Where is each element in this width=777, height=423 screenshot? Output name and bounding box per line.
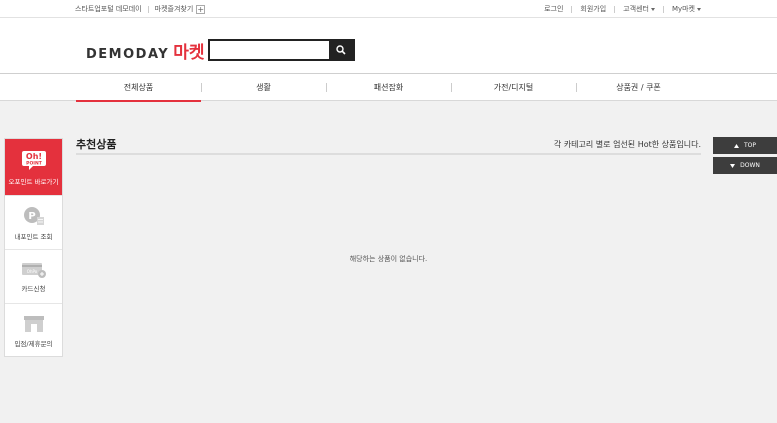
tab-all-products[interactable]: 전체상품 xyxy=(76,74,201,102)
customer-center-menu[interactable]: 고객센터 xyxy=(623,4,655,14)
login-link[interactable]: 로그인 xyxy=(544,4,563,14)
quick-item-card-apply[interactable]: OhPo 카드신청 xyxy=(5,250,62,304)
scroll-top-button[interactable]: TOP xyxy=(713,137,777,154)
chevron-down-icon xyxy=(697,7,701,11)
logo-text-en: DEMODAY xyxy=(86,47,170,62)
store-icon xyxy=(23,316,44,332)
chevron-down-icon xyxy=(650,7,655,11)
join-link[interactable]: 회원가입 xyxy=(580,4,606,14)
quick-item-my-point[interactable]: P 내포인트 조회 xyxy=(5,196,62,250)
tab-electronics[interactable]: 가전/디지털 xyxy=(451,74,576,101)
startpage-link[interactable]: 스타트업포털 데모데이 xyxy=(75,4,142,14)
plus-icon[interactable]: + xyxy=(196,4,206,14)
topbar-right: 로그인 회원가입 고객센터 My마켓 xyxy=(544,4,701,14)
top-utility-bar: 스타트업포털 데모데이 마켓즐겨찾기 + 로그인 회원가입 고객센터 My마켓 xyxy=(0,0,777,18)
arrow-up-icon xyxy=(733,143,739,148)
quick-item-label: 오포인트 바로가기 xyxy=(8,178,59,186)
quick-item-partnership[interactable]: 입점/제휴문의 xyxy=(5,304,62,358)
quick-item-label: 내포인트 조회 xyxy=(14,232,53,241)
empty-message: 해당하는 상품이 없습니다. xyxy=(349,255,428,263)
card-icon: OhPo xyxy=(21,262,46,278)
search-box xyxy=(208,39,355,61)
point-coin-icon: P xyxy=(23,206,44,225)
search-button[interactable] xyxy=(329,41,353,59)
mymarket-label: My마켓 xyxy=(671,5,695,13)
scroll-buttons: TOP DOWN xyxy=(713,137,777,177)
quick-menu: Oh! POINT 오포인트 바로가기 P 내포인트 조회 OhPo 카드신청 xyxy=(4,138,63,357)
card-badge-text: OhPo xyxy=(26,269,37,274)
logo-text-ko: 마켓 xyxy=(173,43,205,63)
scroll-down-label: DOWN xyxy=(740,162,760,169)
ohpoint-badge-icon: Oh! POINT xyxy=(21,151,46,170)
divider xyxy=(571,5,573,13)
site-logo[interactable]: DEMODAY 마켓 xyxy=(86,38,204,63)
section-title: 추천상품 xyxy=(76,138,117,151)
ohpoint-badge-top: Oh! xyxy=(25,152,41,161)
tab-living[interactable]: 생활 xyxy=(201,74,326,101)
section-description: 각 카테고리 별로 엄선된 Hot한 상품입니다. xyxy=(553,140,701,149)
quick-item-label: 카드신청 xyxy=(21,284,46,293)
search-input[interactable] xyxy=(210,41,332,59)
header: DEMODAY 마켓 xyxy=(0,18,777,73)
tab-gift-cards[interactable]: 상품권 / 쿠폰 xyxy=(576,74,701,101)
scroll-top-label: TOP xyxy=(743,142,756,149)
topbar-left: 스타트업포털 데모데이 마켓즐겨찾기 + xyxy=(75,4,206,14)
customer-center-label: 고객센터 xyxy=(623,5,649,13)
divider xyxy=(662,5,664,13)
section-divider xyxy=(76,153,701,155)
divider xyxy=(147,5,149,13)
tab-fashion[interactable]: 패션잡화 xyxy=(326,74,451,101)
quick-item-ohpoint[interactable]: Oh! POINT 오포인트 바로가기 xyxy=(5,139,62,196)
quick-item-label: 입점/제휴문의 xyxy=(14,340,53,348)
favorite-link[interactable]: 마켓즐겨찾기 xyxy=(155,4,194,14)
category-nav: 전체상품 생활 패션잡화 가전/디지털 상품권 / 쿠폰 xyxy=(0,73,777,102)
scroll-down-button[interactable]: DOWN xyxy=(713,157,777,174)
arrow-down-icon xyxy=(730,163,736,168)
divider xyxy=(614,5,616,13)
search-icon xyxy=(336,45,346,55)
ohpoint-badge-bottom: POINT xyxy=(26,161,43,167)
svg-text:P: P xyxy=(28,211,35,222)
mymarket-menu[interactable]: My마켓 xyxy=(672,4,701,14)
